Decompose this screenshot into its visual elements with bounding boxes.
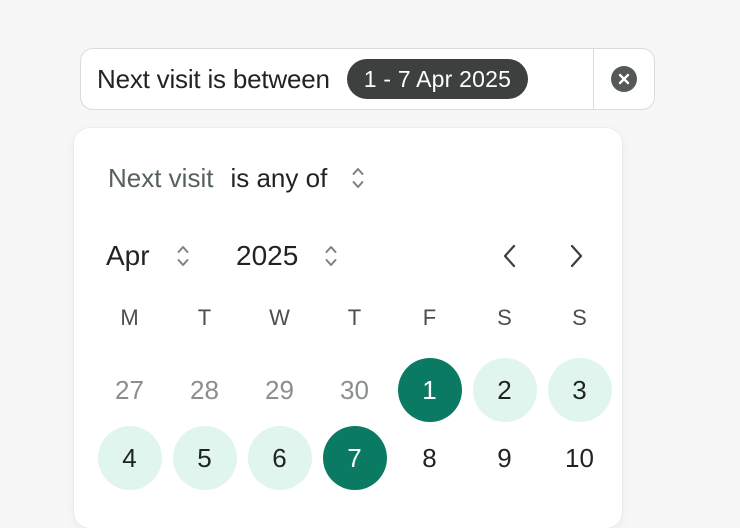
- calendar-day[interactable]: 9: [473, 426, 537, 490]
- clear-filter-button[interactable]: [594, 49, 654, 109]
- filter-chip[interactable]: Next visit is between 1 - 7 Apr 2025: [80, 48, 655, 110]
- calendar-day[interactable]: 30: [323, 358, 387, 422]
- calendar-week-row: 27 28 29 30 1 2 3: [92, 358, 617, 422]
- year-value: 2025: [236, 240, 299, 271]
- condition-operator-select[interactable]: is any of: [230, 163, 327, 194]
- calendar-day[interactable]: 29: [248, 358, 312, 422]
- weekday-label: F: [422, 305, 437, 330]
- calendar-day[interactable]: 7: [322, 426, 387, 490]
- month-value: Apr: [106, 240, 150, 271]
- calendar-day[interactable]: 3: [547, 358, 612, 422]
- weekday-label: M: [120, 305, 139, 330]
- month-select[interactable]: Apr: [106, 236, 190, 276]
- chevron-left-icon: [503, 244, 516, 268]
- calendar-week-row: 4 5 6 7 8 9 10: [92, 426, 617, 490]
- calendar-day[interactable]: 8: [398, 426, 462, 490]
- condition-field: Next visit: [108, 162, 214, 193]
- condition-row: Next visit is any of: [108, 158, 365, 198]
- calendar-day[interactable]: 2: [472, 358, 537, 422]
- calendar-day[interactable]: 28: [173, 358, 237, 422]
- weekday-label: W: [269, 305, 290, 330]
- previous-month-button[interactable]: [494, 240, 526, 272]
- calendar-day[interactable]: 4: [97, 426, 162, 490]
- year-select[interactable]: 2025: [236, 236, 338, 276]
- chevron-up-down-icon[interactable]: [351, 165, 365, 191]
- next-month-button[interactable]: [560, 240, 592, 272]
- weekday-label: T: [197, 305, 212, 330]
- calendar-day[interactable]: 27: [98, 358, 162, 422]
- chevron-right-icon: [570, 244, 583, 268]
- calendar-day[interactable]: 6: [247, 426, 312, 490]
- weekday-label: T: [347, 305, 362, 330]
- date-filter-popover: Next visit is any of Apr 2025 M T W T F …: [74, 128, 622, 528]
- filter-label: Next visit is between: [97, 63, 330, 94]
- calendar-day[interactable]: 1: [397, 358, 462, 422]
- filter-chip-body[interactable]: Next visit is between 1 - 7 Apr 2025: [81, 49, 593, 109]
- weekday-header: M T W T F S S: [92, 305, 617, 331]
- close-circle-icon: [611, 66, 637, 92]
- weekday-label: S: [572, 305, 587, 330]
- chevron-up-down-icon[interactable]: [176, 243, 190, 269]
- filter-value-pill: 1 - 7 Apr 2025: [346, 59, 529, 99]
- calendar-day[interactable]: 5: [172, 426, 237, 490]
- calendar-day[interactable]: 10: [548, 426, 612, 490]
- weekday-label: S: [497, 305, 512, 330]
- chevron-up-down-icon[interactable]: [324, 243, 338, 269]
